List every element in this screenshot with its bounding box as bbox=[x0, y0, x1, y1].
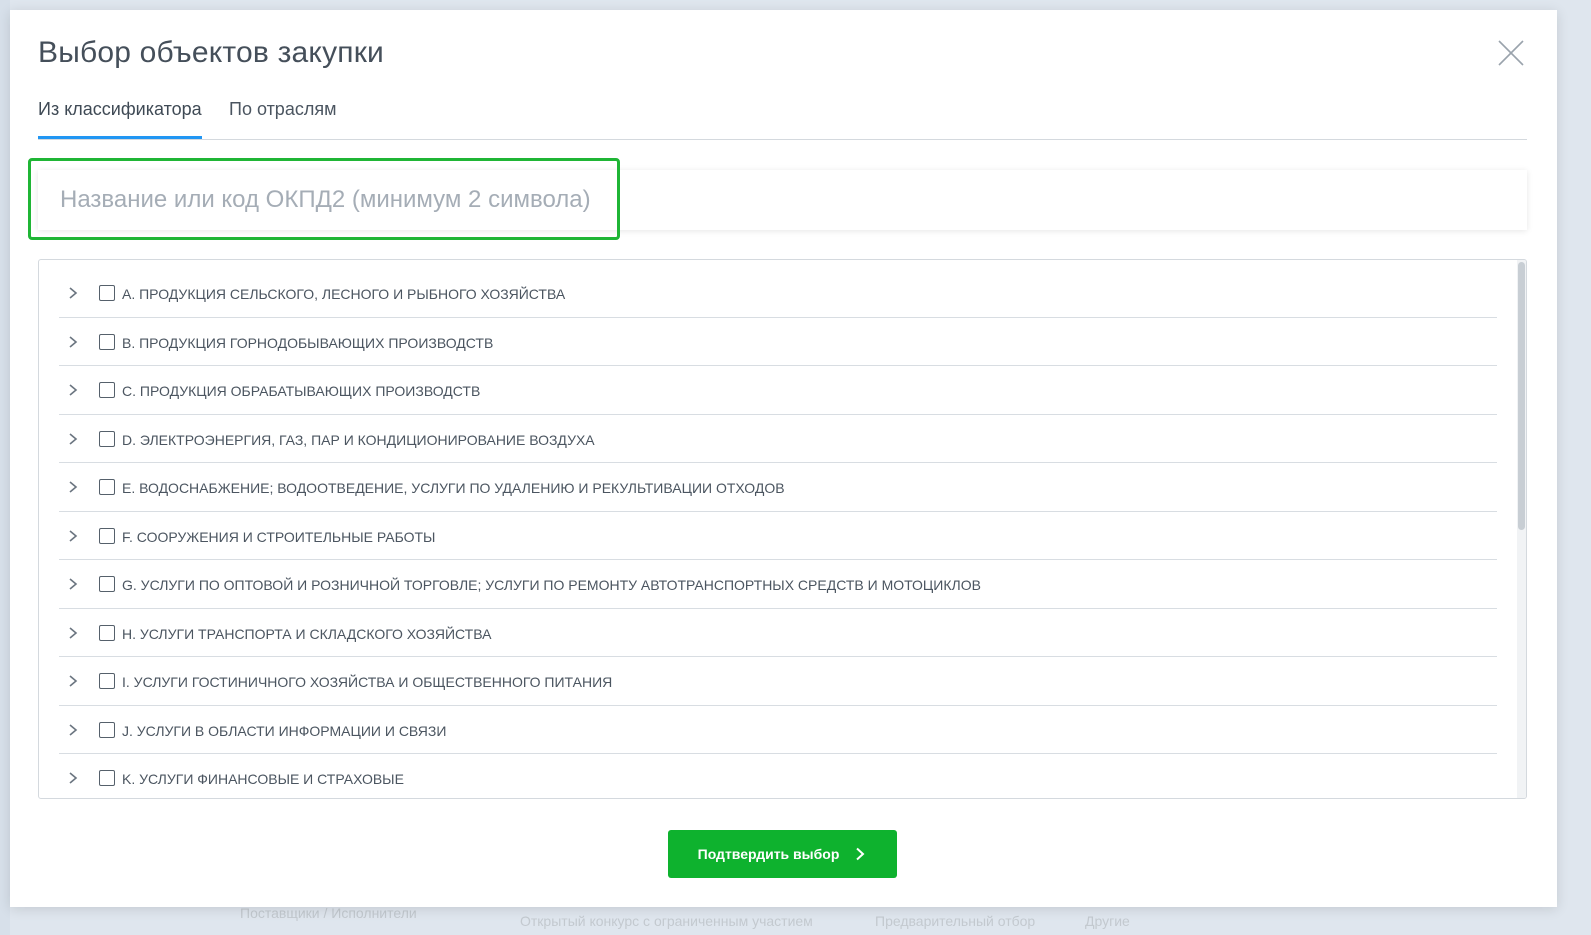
tree-item-label: C. ПРОДУКЦИЯ ОБРАБАТЫВАЮЩИХ ПРОИЗВОДСТВ bbox=[122, 383, 481, 399]
tree-item-label: G. УСЛУГИ ПО ОПТОВОЙ И РОЗНИЧНОЙ ТОРГОВЛ… bbox=[122, 577, 981, 593]
chevron-right-icon[interactable] bbox=[65, 528, 81, 544]
backdrop-text: Другие bbox=[1085, 913, 1130, 929]
backdrop-page-content: Поставщики / Исполнители Открытый конкур… bbox=[220, 905, 1320, 935]
tab-bar: Из классификатора По отраслям bbox=[38, 96, 1527, 140]
tree-item-label: J. УСЛУГИ В ОБЛАСТИ ИНФОРМАЦИИ И СВЯЗИ bbox=[122, 722, 447, 739]
item-checkbox[interactable] bbox=[99, 479, 115, 495]
close-button[interactable] bbox=[1496, 38, 1526, 68]
tab-classifier[interactable]: Из классификатора bbox=[38, 96, 202, 139]
tree-item-label: I. УСЛУГИ ГОСТИНИЧНОГО ХОЗЯЙСТВА И ОБЩЕС… bbox=[122, 674, 613, 690]
backdrop-edge bbox=[0, 0, 10, 935]
classifier-tree: A. ПРОДУКЦИЯ СЕЛЬСКОГО, ЛЕСНОГО И РЫБНОГ… bbox=[38, 259, 1527, 799]
tree-item-label: D. ЭЛЕКТРОЭНЕРГИЯ, ГАЗ, ПАР И КОНДИЦИОНИ… bbox=[122, 431, 595, 448]
tree-top-padding bbox=[39, 260, 1517, 269]
tree-item[interactable]: A. ПРОДУКЦИЯ СЕЛЬСКОГО, ЛЕСНОГО И РЫБНОГ… bbox=[59, 269, 1497, 318]
tree-item-label: E. ВОДОСНАБЖЕНИЕ; ВОДООТВЕДЕНИЕ, УСЛУГИ … bbox=[122, 480, 785, 496]
okpd2-search-input[interactable] bbox=[38, 170, 1527, 230]
chevron-right-icon[interactable] bbox=[65, 673, 81, 689]
close-icon bbox=[1498, 40, 1524, 66]
tree-item[interactable]: G. УСЛУГИ ПО ОПТОВОЙ И РОЗНИЧНОЙ ТОРГОВЛ… bbox=[59, 560, 1497, 609]
item-checkbox[interactable] bbox=[99, 624, 115, 641]
tree-item[interactable]: B. ПРОДУКЦИЯ ГОРНОДОБЫВАЮЩИХ ПРОИЗВОДСТВ bbox=[59, 318, 1497, 366]
chevron-right-icon[interactable] bbox=[65, 382, 81, 398]
item-checkbox[interactable] bbox=[99, 576, 115, 592]
tree-item-label: A. ПРОДУКЦИЯ СЕЛЬСКОГО, ЛЕСНОГО И РЫБНОГ… bbox=[122, 286, 566, 302]
item-checkbox[interactable] bbox=[99, 333, 115, 350]
backdrop-text: Открытый конкурс с ограниченным участием bbox=[520, 913, 813, 929]
chevron-right-icon[interactable] bbox=[65, 770, 81, 786]
chevron-right-icon[interactable] bbox=[65, 334, 81, 350]
backdrop-text: Поставщики / Исполнители bbox=[240, 905, 417, 921]
tree-item[interactable]: D. ЭЛЕКТРОЭНЕРГИЯ, ГАЗ, ПАР И КОНДИЦИОНИ… bbox=[59, 415, 1497, 463]
tree-item-label: B. ПРОДУКЦИЯ ГОРНОДОБЫВАЮЩИХ ПРОИЗВОДСТВ bbox=[122, 334, 494, 351]
tree-item[interactable]: C. ПРОДУКЦИЯ ОБРАБАТЫВАЮЩИХ ПРОИЗВОДСТВ bbox=[59, 366, 1497, 415]
chevron-right-icon[interactable] bbox=[65, 576, 81, 592]
chevron-right-icon[interactable] bbox=[65, 479, 81, 495]
tree-item[interactable]: H. УСЛУГИ ТРАНСПОРТА И СКЛАДСКОГО ХОЗЯЙС… bbox=[59, 609, 1497, 657]
tree-item-label: F. СООРУЖЕНИЯ И СТРОИТЕЛЬНЫЕ РАБОТЫ bbox=[122, 528, 436, 545]
tab-industries[interactable]: По отраслям bbox=[229, 96, 336, 136]
tree-item-label: H. УСЛУГИ ТРАНСПОРТА И СКЛАДСКОГО ХОЗЯЙС… bbox=[122, 625, 492, 642]
tree-item-label: K. УСЛУГИ ФИНАНСОВЫЕ И СТРАХОВЫЕ bbox=[122, 771, 404, 787]
backdrop-text: Предварительный отбор bbox=[875, 913, 1036, 929]
item-checkbox[interactable] bbox=[99, 285, 115, 301]
item-checkbox[interactable] bbox=[99, 673, 115, 689]
chevron-right-icon[interactable] bbox=[65, 625, 81, 641]
chevron-right-icon[interactable] bbox=[65, 285, 81, 301]
item-checkbox[interactable] bbox=[99, 721, 115, 738]
item-checkbox[interactable] bbox=[99, 770, 115, 786]
search-box bbox=[38, 170, 1527, 230]
item-checkbox[interactable] bbox=[99, 430, 115, 447]
modal-title: Выбор объектов закупки bbox=[38, 36, 385, 69]
confirm-selection-button[interactable]: Подтвердить выбор bbox=[668, 830, 897, 878]
tree-item[interactable]: K. УСЛУГИ ФИНАНСОВЫЕ И СТРАХОВЫЕ bbox=[59, 754, 1497, 798]
tree-list[interactable]: A. ПРОДУКЦИЯ СЕЛЬСКОГО, ЛЕСНОГО И РЫБНОГ… bbox=[39, 260, 1517, 798]
chevron-right-icon bbox=[856, 847, 865, 861]
item-checkbox[interactable] bbox=[99, 382, 115, 398]
tree-item[interactable]: F. СООРУЖЕНИЯ И СТРОИТЕЛЬНЫЕ РАБОТЫ bbox=[59, 512, 1497, 560]
tree-scrollbar[interactable] bbox=[1517, 260, 1526, 798]
chevron-right-icon[interactable] bbox=[65, 722, 81, 738]
scrollbar-thumb[interactable] bbox=[1518, 262, 1525, 530]
item-checkbox[interactable] bbox=[99, 527, 115, 544]
chevron-right-icon[interactable] bbox=[65, 431, 81, 447]
tree-item[interactable]: E. ВОДОСНАБЖЕНИЕ; ВОДООТВЕДЕНИЕ, УСЛУГИ … bbox=[59, 463, 1497, 512]
tree-item[interactable]: J. УСЛУГИ В ОБЛАСТИ ИНФОРМАЦИИ И СВЯЗИ bbox=[59, 706, 1497, 754]
confirm-button-label: Подтвердить выбор bbox=[697, 846, 840, 862]
tree-item[interactable]: I. УСЛУГИ ГОСТИНИЧНОГО ХОЗЯЙСТВА И ОБЩЕС… bbox=[59, 657, 1497, 706]
procurement-objects-modal: Выбор объектов закупки Из классификатора… bbox=[10, 10, 1557, 907]
